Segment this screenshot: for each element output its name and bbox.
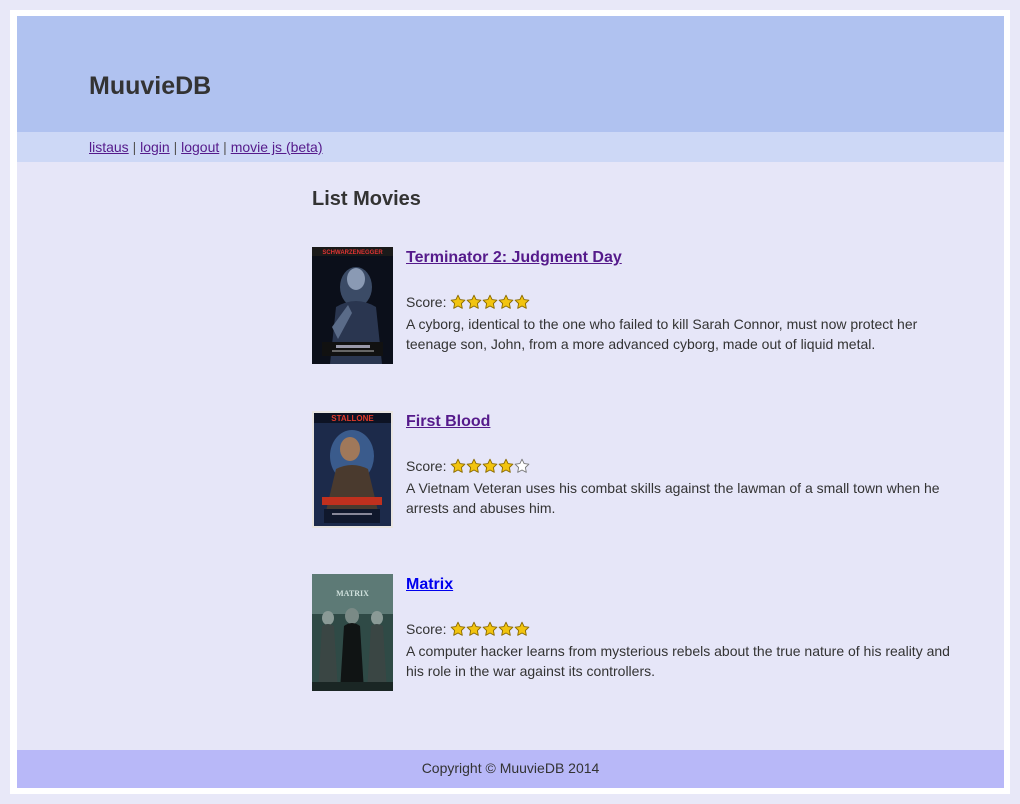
score-label: Score: — [406, 294, 447, 310]
movie-description: A computer hacker learns from mysterious… — [406, 643, 950, 679]
star-filled-icon — [451, 621, 466, 636]
star-rating — [450, 621, 530, 637]
star-filled-icon — [499, 621, 514, 636]
star-filled-icon — [467, 294, 482, 309]
page-frame: MuuvieDB listaus | login | logout | movi… — [10, 10, 1010, 794]
movie-poster[interactable]: MATRIX — [312, 574, 393, 691]
nav-link-logout[interactable]: logout — [181, 139, 219, 155]
star-filled-icon — [451, 458, 466, 473]
star-filled-icon — [499, 458, 514, 473]
star-filled-icon — [515, 294, 530, 309]
star-filled-icon — [483, 458, 498, 473]
site-title: MuuvieDB — [89, 72, 212, 100]
movie-poster[interactable]: STALLONE — [312, 411, 393, 528]
star-rating — [450, 294, 530, 310]
star-rating — [450, 458, 530, 474]
movie-title-link[interactable]: Terminator 2: Judgment Day — [406, 249, 956, 267]
score-label: Score: — [406, 621, 447, 637]
nav-link-login[interactable]: login — [140, 139, 170, 155]
svg-text:STALLONE: STALLONE — [331, 414, 374, 423]
star-filled-icon — [483, 621, 498, 636]
movie-item: SCHWARZENEGGER Terminator 2: Judgment Da… — [312, 247, 962, 367]
movie-poster[interactable]: SCHWARZENEGGER — [312, 247, 393, 364]
movie-item: MATRIX Matrix Score: A computer hacker l… — [312, 574, 962, 694]
movie-description: A cyborg, identical to the one who faile… — [406, 316, 918, 352]
site-footer: Copyright © MuuvieDB 2014 — [17, 750, 1004, 788]
svg-text:SCHWARZENEGGER: SCHWARZENEGGER — [322, 250, 383, 256]
nav-link-listaus[interactable]: listaus — [89, 139, 129, 155]
page-title: List Movies — [312, 188, 421, 210]
nav-link-movie-js[interactable]: movie js (beta) — [231, 139, 323, 155]
star-filled-icon — [467, 621, 482, 636]
score-label: Score: — [406, 458, 447, 474]
star-filled-icon — [499, 294, 514, 309]
star-empty-icon — [515, 458, 530, 473]
page: MuuvieDB listaus | login | logout | movi… — [17, 16, 1004, 788]
star-filled-icon — [515, 621, 530, 636]
movie-item: STALLONE First Blood Score: A Vietnam Ve… — [312, 411, 962, 531]
site-header: MuuvieDB — [17, 16, 1004, 132]
svg-text:MATRIX: MATRIX — [336, 589, 369, 598]
star-filled-icon — [483, 294, 498, 309]
movie-description: A Vietnam Veteran uses his combat skills… — [406, 480, 940, 516]
star-filled-icon — [467, 458, 482, 473]
nav-separator: | — [223, 139, 227, 155]
nav-separator: | — [132, 139, 137, 155]
movie-score: Score: — [406, 292, 956, 312]
nav-separator: | — [173, 139, 178, 155]
star-filled-icon — [451, 294, 466, 309]
copyright-text: Copyright © MuuvieDB 2014 — [421, 760, 600, 776]
movie-title-link[interactable]: Matrix — [406, 576, 956, 594]
movie-title-link[interactable]: First Blood — [406, 413, 956, 431]
movie-score: Score: — [406, 456, 956, 476]
movie-score: Score: — [406, 619, 956, 639]
nav-bar: listaus | login | logout | movie js (bet… — [17, 132, 1004, 162]
